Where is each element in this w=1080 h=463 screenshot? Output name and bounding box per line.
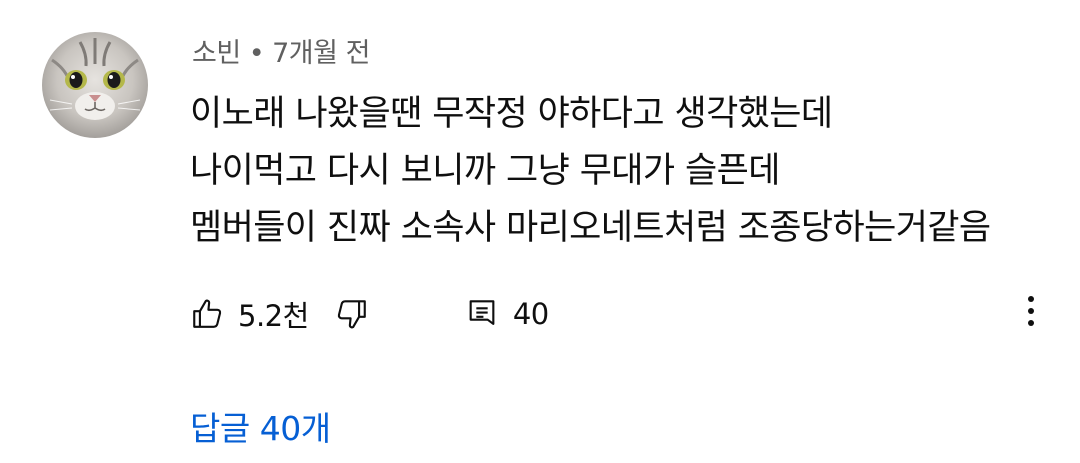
reply-count: 40 <box>512 297 549 331</box>
cat-avatar-image <box>42 32 148 138</box>
reply-button[interactable]: 40 <box>465 297 549 331</box>
comment-line: 멤버들이 진짜 소속사 마리오네트처럼 조종당하는거같음 <box>190 208 991 248</box>
dislike-button[interactable] <box>335 297 369 331</box>
thumbs-up-icon <box>193 299 222 328</box>
comment-thread: 소빈 • 7개월 전 이노래 나왔을땐 무작정 야하다고 생각했는데 나이먹고 다시… <box>0 0 1080 463</box>
thumbs-down-icon <box>337 300 366 329</box>
comment-meta: 소빈 • 7개월 전 <box>192 31 370 70</box>
like-count: 5.2천 <box>238 299 309 333</box>
comment-line: 나이먹고 다시 보니까 그냥 무대가 슬픈데 <box>190 151 780 191</box>
author-name[interactable]: 소빈 <box>192 38 241 69</box>
comment-actions: 5.2천 40 <box>190 292 549 336</box>
comment-icon <box>469 300 495 325</box>
comment-body: 이노래 나왔을땐 무작정 야하다고 생각했는데 나이먹고 다시 보니까 그냥 무… <box>190 86 1050 257</box>
comment-line: 이노래 나왔을땐 무작정 야하다고 생각했는데 <box>190 94 833 134</box>
meta-separator: • <box>248 38 265 69</box>
avatar[interactable] <box>42 32 148 138</box>
comment-time[interactable]: 7개월 전 <box>272 38 370 69</box>
like-button[interactable]: 5.2천 <box>190 293 309 335</box>
more-vertical-icon <box>1028 296 1034 326</box>
view-replies-link[interactable]: 답글 40개 <box>190 402 331 450</box>
more-options-button[interactable] <box>1014 291 1048 331</box>
